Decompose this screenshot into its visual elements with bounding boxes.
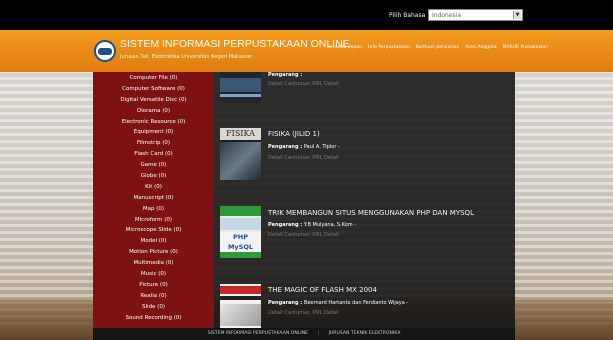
book-cover-image[interactable]: PHP MySQL: [220, 206, 261, 258]
language-selected-value: Indonesia: [432, 12, 462, 19]
sidebar-item-flash-card[interactable]: Flash Card (0): [93, 149, 214, 160]
language-label: Pilih Bahasa: [389, 12, 426, 19]
site-title[interactable]: SISTEM INFORMASI PERPUSTAKAAN ONLINE: [120, 38, 350, 50]
sidebar-item-kit[interactable]: Kit (0): [93, 182, 214, 193]
book-author-name: Beernard Hartanto dan Ferdianto Wijaya -: [303, 300, 409, 306]
language-select[interactable]: Indonesia ▼: [428, 9, 523, 21]
nav-library-info[interactable]: Info Perpustakaan: [368, 45, 409, 50]
sidebar-item-manuscript[interactable]: Manuscript (0): [93, 193, 214, 204]
nav-home[interactable]: Beranda depan: [327, 45, 362, 50]
sidebar: Computer File (0) Computer Software (0) …: [93, 72, 214, 328]
sidebar-item-realia[interactable]: Realia (0): [93, 291, 214, 302]
sidebar-item-computer-file[interactable]: Computer File (0): [93, 73, 214, 84]
footer-divider: |: [317, 331, 320, 336]
sidebar-item-computer-software[interactable]: Computer Software (0): [93, 84, 214, 95]
site-footer: SISTEM INFORMASI PERPUSTAKAAN ONLINE | J…: [93, 328, 515, 340]
sidebar-item-music[interactable]: Music (0): [93, 269, 214, 280]
book-author: Pengarang :: [268, 72, 302, 78]
sidebar-item-picture[interactable]: Picture (0): [93, 280, 214, 291]
book-author-name: Paul A. Tipler -: [303, 144, 340, 150]
nav-member-area[interactable]: Area Anggota: [465, 45, 496, 50]
book-author-label: Pengarang :: [268, 222, 303, 228]
book-title[interactable]: FISIKA (JILID 1): [268, 130, 320, 138]
sidebar-item-microform[interactable]: Microform (0): [93, 215, 214, 226]
book-detail-links[interactable]: Detail Cantuman XML Detail: [268, 232, 339, 238]
book-author-label: Pengarang :: [268, 300, 303, 306]
sidebar-item-slide[interactable]: Slide (0): [93, 302, 214, 313]
sidebar-item-sound-recording[interactable]: Sound Recording (0): [93, 313, 214, 324]
sidebar-item-diorama[interactable]: Diorama (0): [93, 106, 214, 117]
book-detail-links[interactable]: Detail Cantuman XML Detail: [268, 81, 339, 87]
nav-librarian-login[interactable]: MASUK Pustakawan: [503, 45, 548, 50]
sidebar-item-electronic-resource[interactable]: Electronic Resource (0): [93, 117, 214, 128]
footer-site-name: SISTEM INFORMASI PERPUSTAKAAN ONLINE: [207, 331, 309, 336]
sidebar-item-globe[interactable]: Globe (0): [93, 171, 214, 182]
chevron-down-icon[interactable]: ▼: [513, 11, 521, 19]
book-detail-links[interactable]: Detail Cantuman XML Detail: [268, 155, 339, 161]
book-title[interactable]: TRIK MEMBANGUN SITUS MENGGUNAKAN PHP DAN…: [268, 209, 474, 217]
main-nav: Beranda depan Info Perpustakaan Bantuan …: [327, 45, 548, 50]
sidebar-item-map[interactable]: Map (0): [93, 204, 214, 215]
sidebar-item-motion-picture[interactable]: Motion Picture (0): [93, 247, 214, 258]
site-header: [0, 30, 613, 72]
book-cover-title: FISIKA: [220, 128, 261, 140]
book-author-label: Pengarang :: [268, 144, 303, 150]
sidebar-item-filmstrip[interactable]: Filmstrip (0): [93, 138, 214, 149]
book-author: Pengarang : Y.B Mulyana, S.Kom -: [268, 222, 356, 228]
sidebar-item-game[interactable]: Game (0): [93, 160, 214, 171]
sidebar-item-microscope-slide[interactable]: Microscope Slide (0): [93, 225, 214, 236]
site-subtitle: Jurusan Tek. Elektronika Universitas Neg…: [120, 54, 253, 60]
book-cover-image[interactable]: [220, 72, 261, 102]
book-cover-image[interactable]: [220, 284, 261, 328]
book-author: Pengarang : Paul A. Tipler -: [268, 144, 340, 150]
book-title[interactable]: THE MAGIC OF FLASH MX 2004: [268, 286, 377, 294]
book-cover-image[interactable]: FISIKA: [220, 128, 261, 180]
sidebar-item-equipment[interactable]: Equipment (0): [93, 127, 214, 138]
footer-department: JURUSAN TEKNIK ELEKTRONIKA: [328, 331, 401, 336]
book-author-name: Y.B Mulyana, S.Kom -: [303, 222, 356, 228]
book-detail-links[interactable]: Detail Cantuman XML Detail: [268, 310, 339, 316]
sidebar-item-multimedia[interactable]: Multimedia (0): [93, 258, 214, 269]
site-logo-icon[interactable]: [94, 40, 116, 62]
book-author-label: Pengarang :: [268, 72, 303, 78]
sidebar-item-dvd[interactable]: Digital Versatile Disc (0): [93, 95, 214, 106]
book-cover-title: PHP MySQL: [220, 232, 261, 252]
book-author: Pengarang : Beernard Hartanto dan Ferdia…: [268, 300, 408, 306]
sidebar-item-model[interactable]: Model (0): [93, 236, 214, 247]
nav-search-help[interactable]: Bantuan pencarian: [416, 45, 460, 50]
